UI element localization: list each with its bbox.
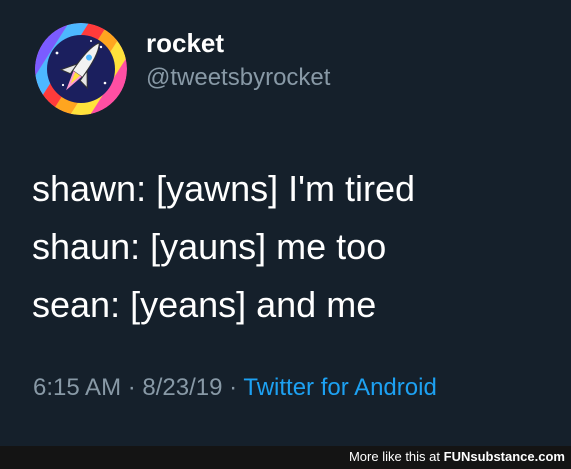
tweet-source-link[interactable]: Twitter for Android [243, 374, 436, 401]
avatar[interactable] [35, 23, 127, 115]
display-name[interactable]: rocket [146, 28, 224, 59]
tweet-meta: 6:15 AM · 8/23/19 · Twitter for Android [33, 374, 437, 402]
watermark-brand[interactable]: FUNsubstance.com [444, 449, 565, 464]
tweet-time[interactable]: 6:15 AM [33, 374, 121, 401]
tweet-card: rocket @tweetsbyrocket shawn: [yawns] I'… [0, 0, 571, 446]
tweet-line: shawn: [yawns] I'm tired [32, 168, 416, 209]
meta-separator: · [121, 374, 143, 401]
space-shuttle-rainbow-icon [35, 23, 127, 115]
user-handle[interactable]: @tweetsbyrocket [146, 64, 330, 92]
meta-separator: · [222, 374, 244, 401]
watermark-prefix: More like this at [348, 449, 444, 464]
tweet-date[interactable]: 8/23/19 [142, 374, 222, 401]
tweet-text: shawn: [yawns] I'm tired shaun: [yauns] … [32, 160, 552, 334]
tweet-line: sean: [yeans] and me [32, 284, 377, 325]
watermark-footer: More like this at FUNsubstance.com [0, 446, 571, 469]
watermark-text: More like this at FUNsubstance.com [349, 449, 565, 464]
tweet-line: shaun: [yauns] me too [32, 226, 387, 267]
